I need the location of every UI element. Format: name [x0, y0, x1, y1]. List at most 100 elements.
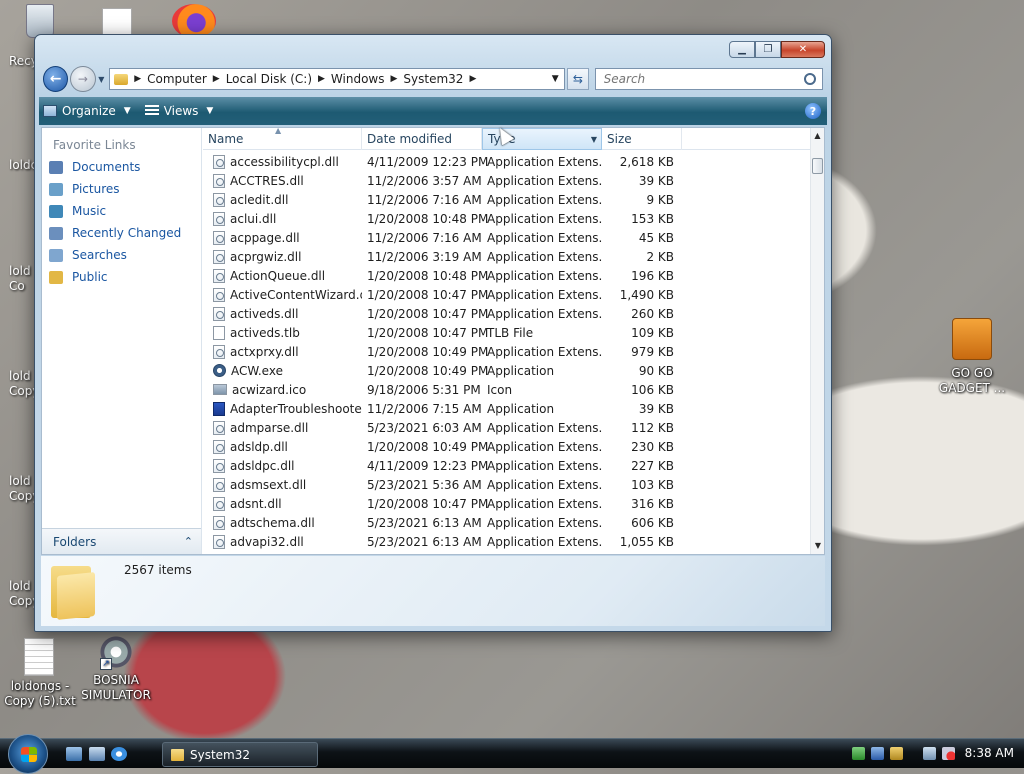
file-name-cell[interactable]: adsldpc.dll	[203, 458, 362, 473]
desktop-icon-gadget[interactable]: GO GO GADGET ...	[932, 318, 1012, 396]
back-button[interactable]: ←	[43, 66, 69, 92]
file-name-cell[interactable]: advapi32.dll	[203, 534, 362, 549]
file-row[interactable]: acwizard.ico 9/18/2006 5:31 PM Icon 106 KB	[203, 380, 812, 399]
file-name-cell[interactable]: activeds.tlb	[203, 325, 362, 340]
breadcrumb-separator-icon[interactable]: ▶	[134, 74, 141, 84]
file-row[interactable]: activeds.dll 1/20/2008 10:47 PM Applicatio…	[203, 304, 812, 323]
safely-remove-icon[interactable]	[889, 746, 903, 760]
file-row[interactable]: admparse.dll 5/23/2021 6:03 AM Application…	[203, 418, 812, 437]
address-dropdown-button[interactable]: ▼	[546, 74, 564, 84]
file-row[interactable]: AdapterTroubleshoote... 11/2/2006 7:15 AM…	[203, 399, 812, 418]
internet-explorer-icon[interactable]	[111, 747, 127, 761]
file-name-cell[interactable]: adsnt.dll	[203, 496, 362, 511]
file-name-cell[interactable]: ACW.exe	[203, 364, 362, 378]
start-button[interactable]	[8, 734, 48, 774]
favorite-link-music[interactable]: Music	[42, 200, 201, 222]
file-name-cell[interactable]: acppage.dll	[203, 230, 362, 245]
views-button[interactable]: Views ▼	[144, 104, 213, 118]
search-box[interactable]	[594, 68, 824, 90]
column-header-name[interactable]: ▲ Name	[203, 128, 362, 150]
file-name-cell[interactable]: admparse.dll	[203, 420, 362, 435]
file-name-cell[interactable]: accessibilitycpl.dll	[203, 154, 362, 169]
file-name-cell[interactable]: ActionQueue.dll	[203, 268, 362, 283]
refresh-button[interactable]: ⇆	[567, 68, 589, 90]
file-row[interactable]: ACW.exe 1/20/2008 10:49 PM Application 90 K…	[203, 361, 812, 380]
file-name-cell[interactable]: ActiveContentWizard.dll	[203, 287, 362, 302]
search-input[interactable]	[601, 71, 805, 87]
organize-button[interactable]: Organize ▼	[43, 104, 131, 118]
folders-bar[interactable]: Folders ⌃	[42, 528, 201, 554]
favorite-link-searches[interactable]: Searches	[42, 244, 201, 266]
switch-windows-icon[interactable]	[89, 747, 105, 761]
file-row[interactable]: advapi32.dll 5/23/2021 6:13 AM Application…	[203, 532, 812, 551]
network-connection-icon[interactable]	[922, 746, 936, 760]
network-icon[interactable]	[851, 746, 865, 760]
file-row[interactable]: ActionQueue.dll 1/20/2008 10:48 PM Applica…	[203, 266, 812, 285]
taskbar-button-system32[interactable]: System32	[162, 742, 318, 767]
display-icon[interactable]	[870, 746, 884, 760]
breadcrumb-local-disk[interactable]: Local Disk (C:)	[226, 72, 312, 86]
breadcrumb-separator-icon[interactable]: ▶	[213, 74, 220, 84]
file-row[interactable]: adtschema.dll 5/23/2021 6:13 AM Applicatio…	[203, 513, 812, 532]
file-row[interactable]: aclui.dll 1/20/2008 10:48 PM Application E…	[203, 209, 812, 228]
close-button[interactable]: ✕	[781, 41, 825, 58]
file-name-cell[interactable]: adsldp.dll	[203, 439, 362, 454]
favorite-link-documents[interactable]: Documents	[42, 156, 201, 178]
file-row[interactable]: acppage.dll 11/2/2006 7:16 AM Application …	[203, 228, 812, 247]
file-row[interactable]: ACCTRES.dll 11/2/2006 3:57 AM Application …	[203, 171, 812, 190]
breadcrumb-windows[interactable]: Windows	[331, 72, 385, 86]
file-row[interactable]: acprgwiz.dll 11/2/2006 3:19 AM Application…	[203, 247, 812, 266]
breadcrumb-separator-icon[interactable]: ▶	[469, 74, 476, 84]
file-row[interactable]: ActiveContentWizard.dll 1/20/2008 10:47 P…	[203, 285, 812, 304]
favorite-link-pictures[interactable]: Pictures	[42, 178, 201, 200]
show-desktop-icon[interactable]	[66, 747, 82, 761]
search-icon[interactable]	[804, 73, 817, 85]
scroll-down-icon[interactable]: ▼	[811, 538, 825, 554]
column-header-size[interactable]: Size	[602, 128, 682, 150]
file-date: 11/2/2006 7:16 AM	[367, 230, 482, 245]
file-row[interactable]: actxprxy.dll 1/20/2008 10:49 PM Applicatio…	[203, 342, 812, 361]
recent-pages-dropdown[interactable]: ▼	[96, 75, 108, 84]
scroll-thumb[interactable]	[812, 158, 823, 174]
column-filter-dropdown-icon[interactable]: ▼	[591, 135, 597, 144]
favorite-link-recently-changed[interactable]: Recently Changed	[42, 222, 201, 244]
desktop-icon-loldongs-txt[interactable]: loldongs - Copy (5).txt	[0, 638, 80, 709]
file-row[interactable]: acledit.dll 11/2/2006 7:16 AM Application …	[203, 190, 812, 209]
file-row[interactable]: adsmsext.dll 5/23/2021 5:36 AM Application…	[203, 475, 812, 494]
help-button[interactable]: ?	[805, 103, 821, 119]
breadcrumb-separator-icon[interactable]: ▶	[391, 74, 398, 84]
desktop-icon-label-2[interactable]: loldc	[9, 158, 37, 173]
forward-button[interactable]: →	[70, 66, 96, 92]
file-row[interactable]: adsnt.dll 1/20/2008 10:47 PM Application E…	[203, 494, 812, 513]
address-bar[interactable]: ▶ Computer ▶ Local Disk (C:) ▶ Windows ▶…	[109, 68, 566, 90]
file-row[interactable]: activeds.tlb 1/20/2008 10:47 PM TLB File 10…	[203, 323, 812, 342]
file-name-cell[interactable]: acwizard.ico	[203, 383, 362, 397]
clock[interactable]: 8:38 AM	[965, 746, 1014, 760]
desktop-icon-bosnia-simulator[interactable]: ↗ BOSNIA SIMULATOR	[76, 634, 156, 703]
vertical-scrollbar[interactable]: ▲ ▼	[810, 128, 824, 554]
desktop-recycle-bin-icon[interactable]	[26, 4, 54, 38]
file-name-cell[interactable]: acledit.dll	[203, 192, 362, 207]
breadcrumb-separator-icon[interactable]: ▶	[318, 74, 325, 84]
file-name-cell[interactable]: aclui.dll	[203, 211, 362, 226]
file-row[interactable]: adsldp.dll 1/20/2008 10:49 PM Application …	[203, 437, 812, 456]
column-header-date[interactable]: Date modified	[362, 128, 482, 150]
firefox-icon[interactable]	[172, 4, 216, 38]
file-row[interactable]: adsldpc.dll 4/11/2009 12:23 PM Application…	[203, 456, 812, 475]
file-name-cell[interactable]: AdapterTroubleshoote...	[203, 401, 362, 416]
file-name-cell[interactable]: actxprxy.dll	[203, 344, 362, 359]
file-name-cell[interactable]: adtschema.dll	[203, 515, 362, 530]
favorite-link-public[interactable]: Public	[42, 266, 201, 288]
minimize-button[interactable]: ▁	[729, 41, 755, 58]
desktop-icon-label-3[interactable]: lold Co	[9, 264, 31, 294]
breadcrumb-computer[interactable]: Computer	[147, 72, 207, 86]
maximize-button[interactable]: ❐	[755, 41, 781, 58]
file-name-cell[interactable]: activeds.dll	[203, 306, 362, 321]
volume-muted-icon[interactable]	[941, 746, 955, 760]
file-name-cell[interactable]: adsmsext.dll	[203, 477, 362, 492]
scroll-up-icon[interactable]: ▲	[811, 128, 824, 144]
breadcrumb-system32[interactable]: System32	[403, 72, 463, 86]
file-row[interactable]: accessibilitycpl.dll 4/11/2009 12:23 PM Ap…	[203, 152, 812, 171]
file-name-cell[interactable]: acprgwiz.dll	[203, 249, 362, 264]
file-name-cell[interactable]: ACCTRES.dll	[203, 173, 362, 188]
